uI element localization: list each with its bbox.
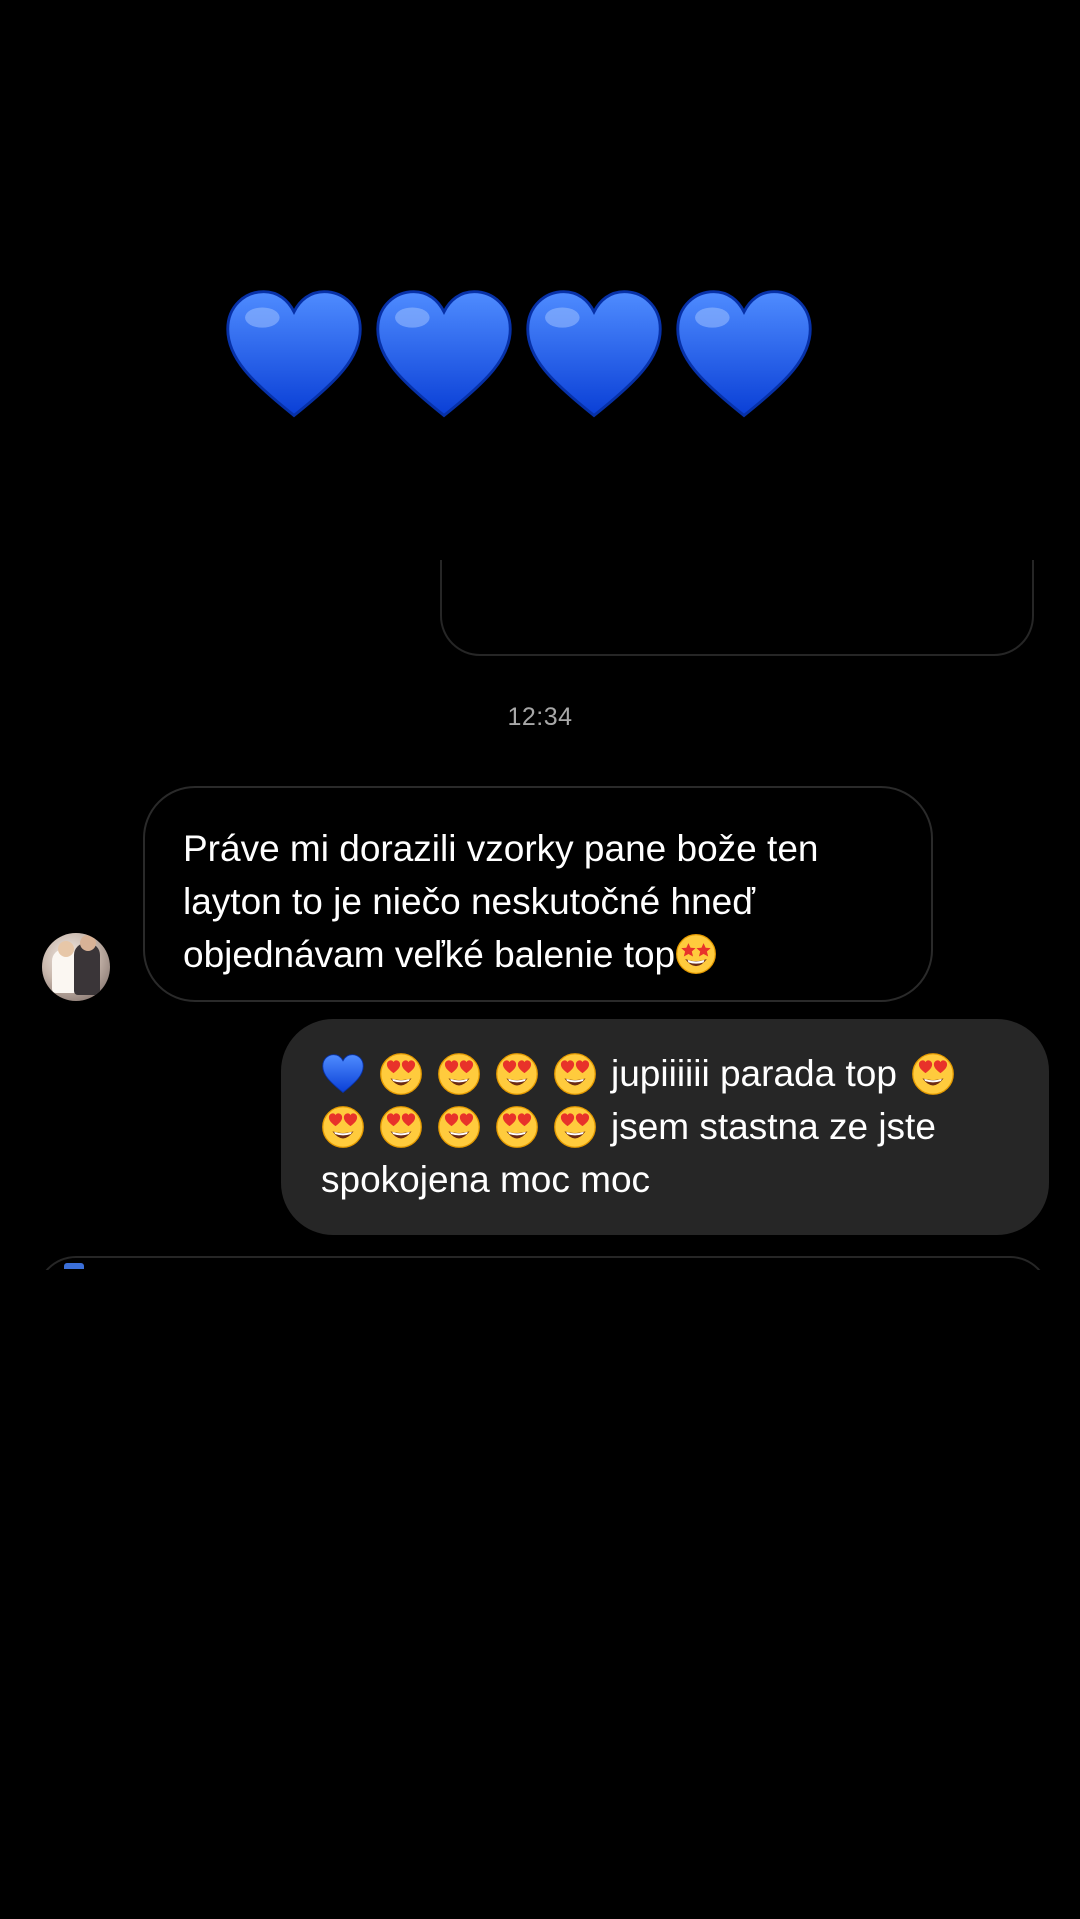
- sender-avatar[interactable]: [42, 933, 110, 1001]
- previous-bubble-edge: [440, 560, 1034, 656]
- outgoing-line-1: jupiiiiii parada top: [321, 1047, 1019, 1100]
- heart-eyes-icon: [912, 1052, 954, 1095]
- outgoing-line-1-text: jupiiiiii parada top: [611, 1053, 897, 1094]
- hearts-message[interactable]: [222, 283, 816, 427]
- heart-eyes-icon: [496, 1105, 538, 1148]
- outgoing-line-2-text: jsem stastna ze jste: [611, 1106, 936, 1147]
- message-timestamp: 12:34: [507, 703, 573, 731]
- incoming-message-bubble[interactable]: Práve mi dorazili vzorky pane bože ten l…: [143, 786, 933, 1002]
- incoming-message-text: Práve mi dorazili vzorky pane bože ten l…: [183, 822, 893, 981]
- heart-eyes-icon: [322, 1105, 364, 1148]
- blank-area: [0, 1270, 1080, 1919]
- heart-eyes-icon: [438, 1105, 480, 1148]
- heart-eyes-icon: [554, 1052, 596, 1095]
- star-struck-icon: [676, 934, 717, 974]
- incoming-text: Práve mi dorazili vzorky pane bože ten l…: [183, 828, 819, 975]
- heart-eyes-icon: [380, 1105, 422, 1148]
- chat-screen: 12:34 Práve mi dorazili vzorky pane bože…: [0, 0, 1080, 1919]
- blue-heart-icon: [226, 290, 362, 418]
- heart-eyes-icon: [438, 1052, 480, 1095]
- heart-eyes-icon: [496, 1052, 538, 1095]
- outgoing-line-3-text: spokojena moc moc: [321, 1159, 651, 1200]
- next-bubble-indicator: [64, 1263, 84, 1269]
- heart-eyes-icon: [380, 1052, 422, 1095]
- blue-heart-icon: [376, 290, 512, 418]
- outgoing-line-3: spokojena moc moc: [321, 1153, 1019, 1206]
- outgoing-message-bubble[interactable]: jupiiiiii parada top jsem stastna ze jst…: [281, 1019, 1049, 1235]
- blue-heart-icon: [526, 290, 662, 418]
- blue-heart-icon: [322, 1053, 364, 1093]
- heart-eyes-icon: [554, 1105, 596, 1148]
- blue-heart-icon: [676, 290, 812, 418]
- outgoing-line-2: jsem stastna ze jste: [321, 1100, 1019, 1153]
